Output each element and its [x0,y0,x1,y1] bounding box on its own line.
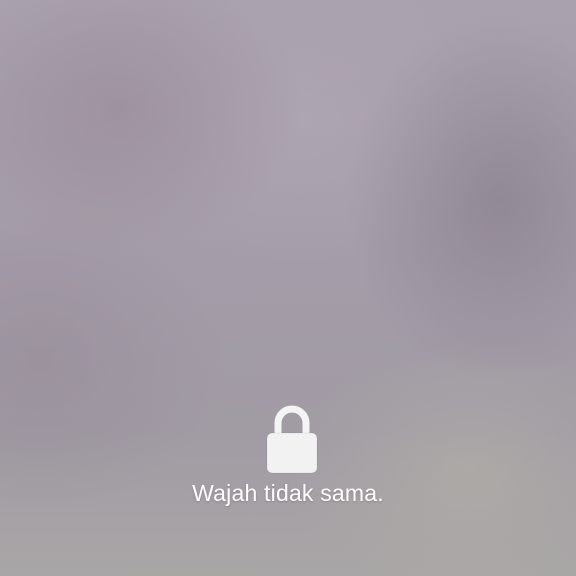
lock-icon [266,404,318,474]
lock-screen-background: Wajah tidak sama. [0,0,576,576]
face-unlock-status-message: Wajah tidak sama. [192,480,384,506]
